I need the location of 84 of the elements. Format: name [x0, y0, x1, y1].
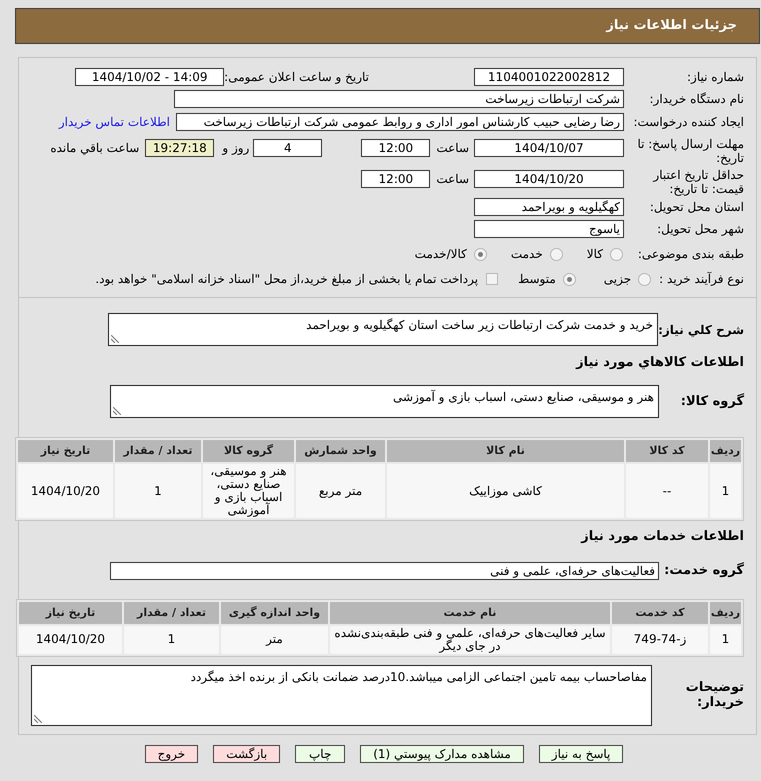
field-label: ساعت: [436, 171, 469, 188]
radio-label: کالا: [586, 246, 603, 263]
table-cell: 1: [710, 464, 741, 518]
resize-grip-icon[interactable]: [111, 335, 119, 343]
table-cell: متر مربع: [296, 464, 385, 518]
service-group-field[interactable]: فعالیت‌های حرفه‌ای، علمی و فنی: [110, 562, 659, 580]
days-field[interactable]: 4: [253, 139, 322, 157]
radio-label: متوسط: [518, 271, 556, 288]
table-cell: 1404/10/20: [18, 464, 113, 518]
section-heading: اطلاعات خدمات مورد نیاز: [581, 528, 744, 546]
table-cell: 1404/10/20: [19, 626, 122, 654]
radio-button[interactable]: [638, 272, 652, 286]
validity-date-field[interactable]: 1404/10/20: [474, 170, 624, 188]
table-cell: متر: [221, 626, 328, 654]
field-label: نام دستگاه خریدار:: [648, 91, 744, 108]
resize-grip-icon[interactable]: [113, 407, 121, 415]
section-heading: اطلاعات کالاهاي مورد نیاز: [576, 354, 744, 372]
city-field[interactable]: یاسوج: [474, 220, 624, 238]
column-header: تاریخ نیاز: [18, 440, 113, 462]
column-header: گروه کالا: [203, 440, 294, 462]
field-label: تاریخ و ساعت اعلان عمومی:: [224, 69, 369, 86]
column-header: واحد شمارش: [296, 440, 385, 462]
need-number-field[interactable]: 1104001022002812: [474, 68, 624, 86]
page-title: جزئیات اطلاعات نیاز: [606, 17, 737, 36]
reply-time-field[interactable]: 12:00: [361, 139, 430, 157]
column-header: نام کالا: [387, 440, 624, 462]
field-label: شهر محل تحویل:: [656, 221, 744, 238]
column-header: نام خدمت: [330, 602, 610, 624]
radio-button[interactable]: [474, 248, 487, 260]
column-header: کد خدمت: [612, 602, 708, 624]
province-field[interactable]: کهگیلویه و بویراحمد: [474, 198, 624, 216]
table-cell: 1: [115, 464, 201, 518]
field-label: ایجاد کننده درخواست:: [632, 114, 744, 131]
action-button[interactable]: مشاهده مدارک پیوستي (1): [360, 745, 524, 763]
field-label: شرح کلي نیاز:: [658, 322, 744, 338]
radio-label: خدمت: [510, 246, 543, 263]
field-label: شماره نیاز:: [686, 69, 744, 86]
field-label: ساعت باقي مانده: [50, 140, 140, 157]
field-label: توضیحات خریدار:: [684, 680, 744, 710]
radio-button[interactable]: [562, 272, 576, 286]
field-label: مهلت ارسال پاسخ: تا تاریخ:: [636, 137, 744, 165]
validity-time-field[interactable]: 12:00: [361, 170, 430, 188]
checkbox-label: پرداخت تمام یا بخشی از مبلغ خرید،از محل "اسناد خزانه اسلامی" خواهد بود.: [95, 271, 478, 288]
column-header: تاریخ نیاز: [19, 602, 122, 624]
column-header: کد کالا: [626, 440, 708, 462]
radio-label: کالا/خدمت: [414, 246, 467, 263]
column-header: ردیف: [710, 440, 741, 462]
column-header: تعداد / مقدار: [124, 602, 219, 624]
column-header: ردیف: [710, 602, 741, 624]
action-button[interactable]: پاسخ به نیاز: [538, 745, 624, 763]
table-cell: کاشی موزاییک: [387, 464, 624, 518]
field-label: ساعت: [436, 140, 469, 157]
buyer-notes-textarea[interactable]: مفاصاحساب بیمه تامین اجتماعی الزامی میباشد.10درصد ضمانت بانکی از برنده اخذ میگردد: [31, 664, 652, 726]
table-cell: سایر فعالیت‌های حرفه‌ای، علمی و فنی طبقه‌بندی‌نشده در جای دیگر: [330, 626, 610, 654]
remaining-time-field[interactable]: 19:27:18: [145, 139, 214, 157]
field-label: طبقه بندی موضوعی:: [636, 246, 744, 263]
action-button[interactable]: بازگشت: [213, 745, 280, 763]
contact-link[interactable]: اطلاعات تماس خریدار: [58, 113, 170, 131]
field-label: نوع فرآیند خرید :: [659, 271, 744, 288]
column-header: تعداد / مقدار: [115, 440, 201, 462]
goods-group-textarea[interactable]: هنر و موسیقی، صنایع دستی، اسباب بازی و آموزشی: [110, 385, 659, 418]
buyer-org-field[interactable]: شرکت ارتباطات زیرساخت: [174, 90, 624, 108]
field-label: استان محل تحویل:: [648, 199, 744, 216]
action-button[interactable]: چاپ: [295, 745, 346, 763]
announce-date-field[interactable]: 1404/10/02 - 14:09: [75, 68, 224, 86]
summary-textarea[interactable]: خرید و خدمت شرکت ارتباطات زیر ساخت استان کهگیلویه و بویراحمد: [108, 313, 658, 346]
action-button[interactable]: خروج: [144, 745, 198, 763]
field-label: گروه کالا:: [680, 392, 744, 411]
radio-button[interactable]: [610, 248, 623, 260]
field-label: گروه خدمت:: [663, 561, 744, 580]
reply-date-field[interactable]: 1404/10/07: [474, 139, 624, 157]
column-header: واحد اندازه گیری: [221, 602, 328, 624]
creator-field[interactable]: رضا رضایی حبیب کارشناس امور اداری و روابط عمومی شرکت ارتباطات زیرساخت: [176, 113, 624, 131]
radio-button[interactable]: [550, 248, 563, 260]
table-cell: 1: [710, 626, 741, 654]
field-label: حداقل تاریخ اعتبار قیمت: تا تاریخ:: [652, 168, 744, 196]
radio-label: جزیی: [604, 271, 632, 288]
table-cell: --: [626, 464, 708, 518]
table-cell: ز-74-749: [612, 626, 708, 654]
table-cell: 1: [124, 626, 219, 654]
checkbox[interactable]: [486, 273, 498, 285]
table-cell: هنر و موسیقی، صنایع دستی، اسباب بازی و آموزشی: [203, 464, 294, 518]
resize-grip-icon[interactable]: [34, 714, 42, 722]
field-label: روز و: [222, 140, 250, 157]
